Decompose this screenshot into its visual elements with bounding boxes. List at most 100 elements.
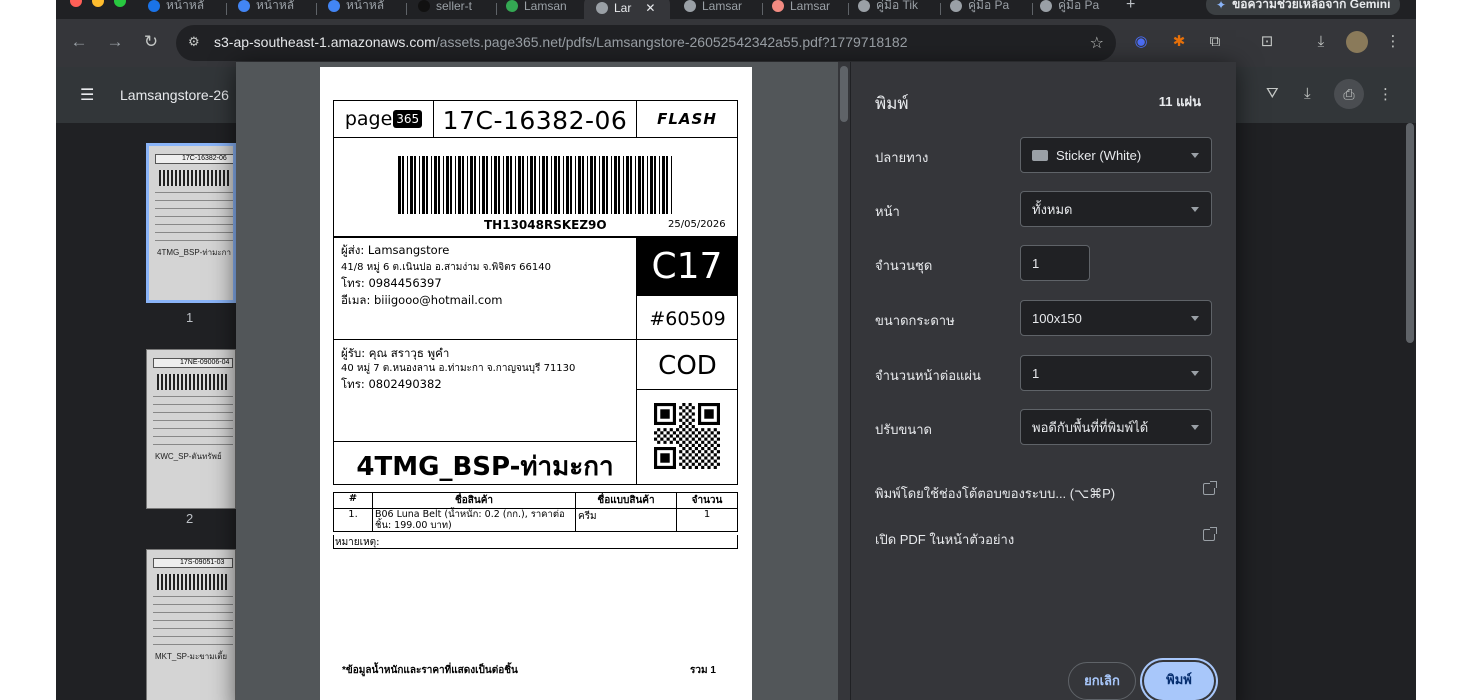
scale-select[interactable]: พอดีกับพื้นที่ที่พิมพ์ได้ (1020, 409, 1212, 445)
profile-avatar[interactable] (1346, 31, 1368, 53)
open-external-icon (1203, 481, 1217, 495)
print-button[interactable]: พิมพ์ (1144, 662, 1214, 700)
address-bar[interactable]: ⚙ s3-ap-southeast-1.amazonaws.com/assets… (176, 25, 1116, 61)
close-window-icon[interactable] (70, 0, 82, 7)
thumb-tag: KWC_SP-ตันทรัพย์ (155, 452, 222, 461)
preview-scrollbar[interactable] (840, 66, 848, 122)
extension-icon[interactable]: ◉ (1130, 31, 1152, 53)
page365-logo: page 365 (334, 101, 434, 137)
reload-icon[interactable]: ↻ (140, 31, 162, 53)
thumb-header: 17S-09051-03 (153, 558, 233, 568)
tab-2[interactable]: หน้าหลั (328, 0, 398, 15)
open-pdf-preview-link[interactable]: เปิด PDF ในหน้าตัวอย่าง (875, 527, 1217, 550)
footnote: *ข้อมูลน้ำหนักและราคาที่แสดงเป็นต่อชิ้น (342, 665, 518, 676)
site-info-icon[interactable]: ⚙ (188, 34, 200, 50)
tab-active[interactable]: Lar ✕ (584, 0, 670, 19)
back-icon[interactable]: ← (68, 31, 90, 53)
cell: 1 (676, 508, 738, 532)
tab-10[interactable]: คู่มือ Pa (1040, 0, 1118, 15)
qr-section (636, 390, 738, 484)
items-table: # ชื่อสินค้า ชื่อแบบสินค้า จำนวน 1. B06 … (333, 492, 738, 532)
pages-select[interactable]: ทั้งหมด (1020, 191, 1212, 227)
paper-size-label: ขนาดกระดาษ (875, 313, 955, 328)
new-tab-button[interactable]: + (1126, 0, 1135, 14)
thumb-header: 17NE-09006-04 (153, 358, 233, 368)
pdf-download-icon[interactable]: ⤓ (1304, 85, 1311, 102)
tab-divider (226, 3, 227, 15)
total: รวม 1 (690, 665, 716, 676)
sender-section: ผู้ส่ง: Lamsangstore 41/8 หมู่ 6 ต.เนินป… (333, 237, 738, 340)
printer-icon (1032, 149, 1048, 161)
print-dialog: page 365 17C-16382-06 FLASH TH13048RSKEZ9… (236, 62, 1236, 700)
qr-code (654, 403, 720, 469)
barcode-section: TH13048RSKEZ9O 25/05/2026 (333, 137, 738, 237)
menu-kebab-icon[interactable]: ⋮ (1382, 31, 1404, 53)
tab-3[interactable]: seller-t (418, 0, 490, 15)
cell: 1. (333, 508, 373, 532)
forward-icon[interactable]: → (104, 31, 126, 53)
download-icon[interactable]: ⤓ (1310, 31, 1332, 53)
dropdown-caret-icon (1191, 316, 1199, 321)
cell: B06 Luna Belt (น้ำหนัก: 0.2 (กก.), ราคาต… (372, 508, 576, 532)
maximize-window-icon[interactable] (114, 0, 126, 7)
thumb-tag: 4TMG_BSP-ท่ามะกา (157, 248, 232, 257)
thumb-lines (153, 396, 233, 446)
destination-label: ปลายทาง (875, 150, 929, 165)
tab-search-icon[interactable]: ⊡ (1256, 31, 1278, 53)
favicon-icon (238, 0, 250, 12)
thumbnail-page-2[interactable]: 17NE-09006-04 KWC_SP-ตันทรัพย์ (146, 349, 236, 509)
tab-1[interactable]: หน้าหลั (238, 0, 308, 15)
tab-divider (1032, 3, 1033, 15)
tab-8[interactable]: คู่มือ Tik (858, 0, 936, 15)
thumb-lines (155, 192, 233, 242)
destination-select[interactable]: Sticker (White) (1020, 137, 1212, 173)
sender-name: ผู้ส่ง: Lamsangstore (341, 243, 450, 257)
drive-save-icon[interactable]: ⛛ (1266, 85, 1279, 102)
tracking-number: TH13048RSKEZ9O (484, 218, 607, 232)
system-dialog-link[interactable]: พิมพ์โดยใช้ช่องโต้ตอบของระบบ... (⌥⌘P) (875, 481, 1217, 504)
thumb-tag: MKT_SP-มะขามเตี้ย (155, 652, 228, 661)
pages-per-sheet-select[interactable]: 1 (1020, 355, 1212, 391)
pages-label: หน้า (875, 204, 900, 219)
dropdown-caret-icon (1191, 207, 1199, 212)
gemini-icon: ✦ (1216, 0, 1227, 12)
tab-6[interactable]: Lamsar (684, 0, 760, 15)
favicon-icon (328, 0, 340, 12)
table-row: 1. B06 Luna Belt (น้ำหนัก: 0.2 (กก.), รา… (333, 508, 738, 532)
extensions-puzzle-icon[interactable]: ⧉ (1204, 31, 1226, 53)
copies-input[interactable]: 1 (1020, 245, 1090, 281)
thumbnail-page-3[interactable]: 17S-09051-03 MKT_SP-มะขามเตี้ย (146, 549, 236, 700)
thumbnail-number: 2 (186, 511, 194, 526)
scale-label: ปรับขนาด (875, 422, 933, 437)
dropdown-caret-icon (1191, 425, 1199, 430)
paper-size-select[interactable]: 100x150 (1020, 300, 1212, 336)
print-preview: page 365 17C-16382-06 FLASH TH13048RSKEZ9… (236, 62, 838, 700)
thumb-barcode (157, 574, 227, 590)
dropdown-caret-icon (1191, 153, 1199, 158)
thumbnail-page-1[interactable]: 17C-16382-06 4TMG_BSP-ท่ามะกา (146, 143, 236, 303)
url-text[interactable]: s3-ap-southeast-1.amazonaws.com/assets.p… (214, 34, 908, 50)
tab-0[interactable]: หน้าหลั (148, 0, 218, 15)
tab-strip: หน้าหลั หน้าหลั หน้าหลั seller-t Lamsan … (56, 0, 1416, 19)
tab-divider (940, 3, 941, 15)
pdf-print-icon[interactable]: ⎙ (1334, 79, 1364, 109)
cancel-button[interactable]: ยกเลิก (1068, 662, 1136, 700)
close-tab-icon[interactable]: ✕ (645, 1, 655, 15)
sender-phone: โทร: 0984456397 (341, 276, 442, 290)
tab-4[interactable]: Lamsan (506, 0, 576, 15)
recipient-address: 40 หมู่ 7 ต.หนองลาน อ.ท่ามะกา จ.กาญจนบุร… (341, 363, 576, 374)
pdf-scrollbar[interactable] (1406, 123, 1414, 343)
tab-9[interactable]: คู่มือ Pa (950, 0, 1030, 15)
tab-7[interactable]: Lamsar (772, 0, 844, 15)
pdf-more-icon[interactable]: ⋮ (1378, 85, 1393, 103)
globe-icon (950, 0, 962, 12)
globe-icon (1040, 0, 1052, 12)
minimize-window-icon[interactable] (92, 0, 104, 7)
sheet-count: 11 แผ่น (1158, 94, 1201, 109)
thumb-barcode (159, 170, 229, 186)
sidebar-menu-icon[interactable]: ☰ (80, 85, 94, 105)
claude-icon[interactable]: ✱ (1168, 31, 1190, 53)
bookmark-star-icon[interactable]: ☆ (1090, 33, 1104, 53)
pdf-title: Lamsangstore-26 (120, 87, 229, 103)
gemini-button[interactable]: ✦ ขอความช่วยเหลือจาก Gemini (1206, 0, 1401, 15)
